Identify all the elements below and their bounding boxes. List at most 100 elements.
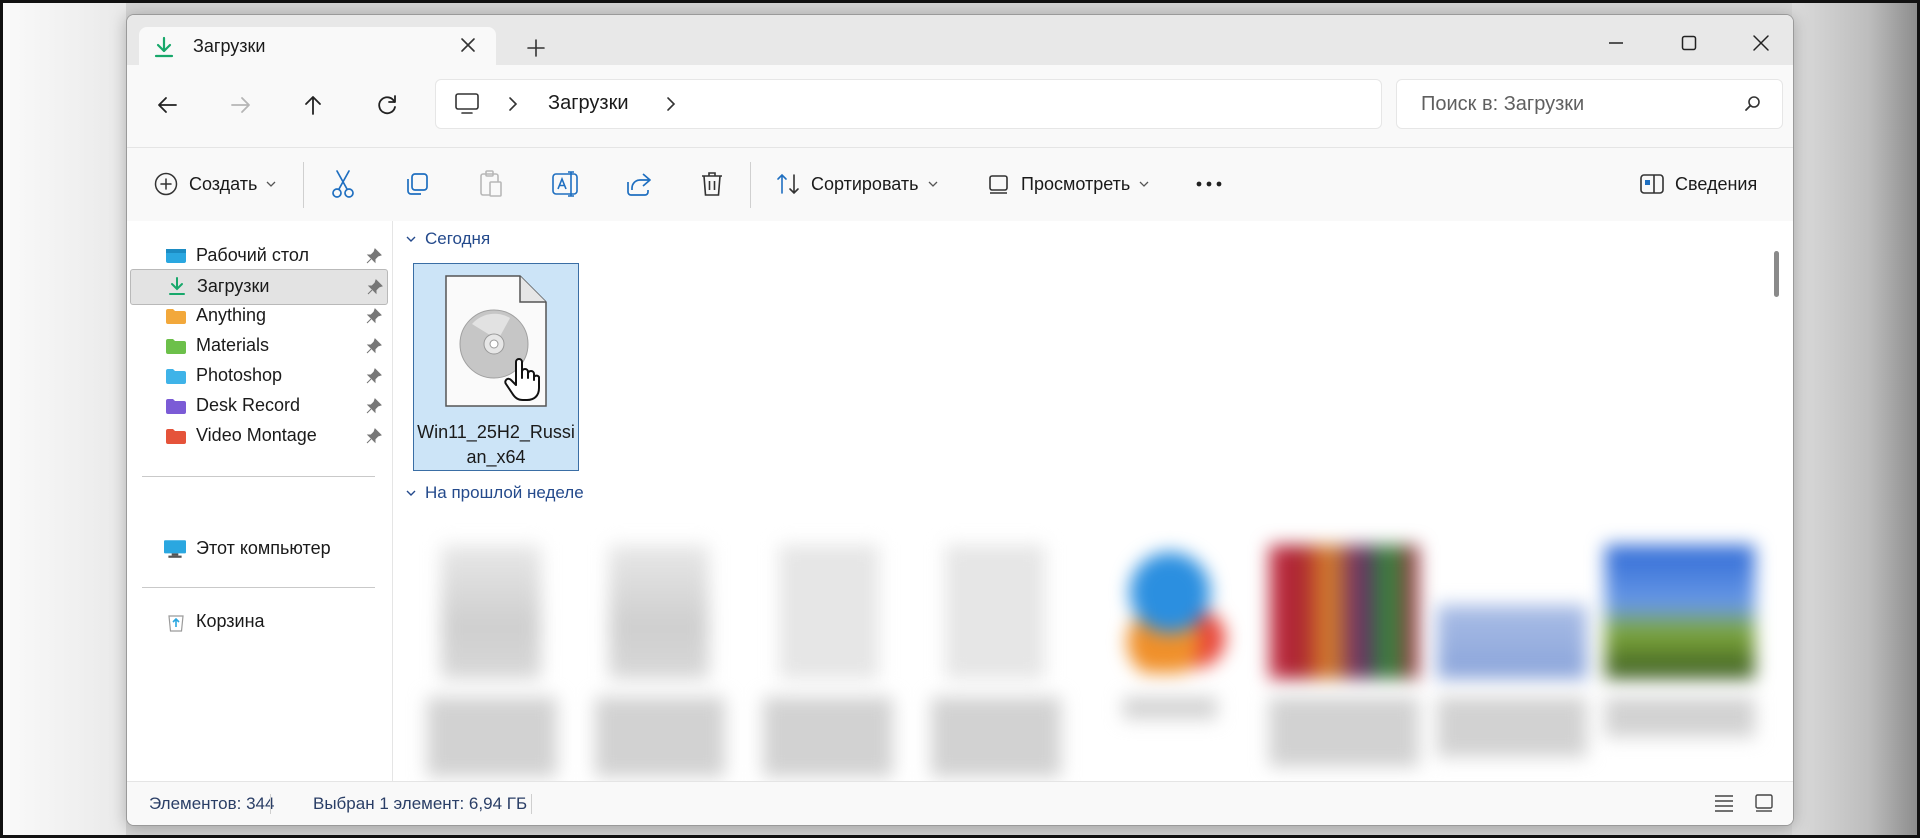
blurred-thumbnail[interactable]	[441, 545, 541, 679]
blurred-thumbnail[interactable]	[1105, 549, 1235, 673]
pin-icon[interactable]	[366, 248, 382, 264]
details-view-icon[interactable]	[1713, 792, 1735, 814]
navigation-bar: Загрузки	[127, 65, 1793, 147]
search-input[interactable]	[1419, 88, 1723, 120]
breadcrumb-chevron-icon[interactable]	[664, 94, 678, 114]
title-bar: Загрузки	[127, 15, 1793, 65]
scissors-icon	[332, 170, 354, 198]
sidebar-item-desk-record[interactable]: Desk Record	[130, 389, 386, 423]
blurred-file-name	[595, 697, 725, 777]
blurred-thumbnail[interactable]	[609, 545, 709, 679]
sidebar-item-anything[interactable]: Anything	[130, 299, 386, 333]
chevron-down-icon	[928, 181, 938, 187]
breadcrumb-current[interactable]: Загрузки	[548, 92, 629, 115]
more-options-button[interactable]	[1193, 166, 1225, 202]
blurred-thumbnail[interactable]	[1437, 605, 1587, 679]
blurred-file-name	[427, 697, 557, 777]
blurred-thumbnail[interactable]	[1605, 545, 1755, 679]
navigation-pane: Рабочий стол Загрузки Anything Materials	[127, 221, 393, 781]
pin-icon[interactable]	[366, 308, 382, 324]
blurred-file-name	[1269, 697, 1419, 767]
paste-button[interactable]	[477, 166, 505, 202]
create-button[interactable]: Создать	[153, 166, 277, 202]
search-icon[interactable]	[1743, 94, 1763, 114]
folder-icon	[166, 429, 186, 444]
new-tab-icon[interactable]	[525, 37, 547, 59]
pin-icon[interactable]	[366, 428, 382, 444]
monitor-icon	[164, 540, 186, 558]
status-divider	[270, 794, 271, 814]
maximize-icon[interactable]	[1674, 29, 1704, 57]
toolbar-divider	[750, 162, 751, 208]
tab-downloads[interactable]: Загрузки	[139, 27, 496, 65]
sidebar-item-desktop[interactable]: Рабочий стол	[130, 239, 386, 273]
trash-icon	[702, 172, 722, 196]
recycle-bin-icon	[168, 615, 184, 632]
sidebar-item-recycle-bin[interactable]: Корзина	[130, 605, 386, 639]
sidebar-item-this-pc[interactable]: Этот компьютер	[130, 532, 386, 566]
blurred-thumbnail[interactable]	[1269, 545, 1419, 679]
search-box[interactable]	[1396, 79, 1783, 129]
cut-button[interactable]	[329, 166, 357, 202]
blurred-file-name	[931, 697, 1061, 777]
refresh-icon[interactable]	[369, 87, 405, 123]
more-icon	[1196, 181, 1222, 187]
large-icons-view-icon[interactable]	[1753, 792, 1775, 814]
desktop-folder-icon	[166, 249, 186, 263]
sidebar-divider	[142, 587, 375, 588]
folder-icon	[166, 309, 186, 324]
sidebar-item-label: Этот компьютер	[196, 538, 331, 558]
pin-icon[interactable]	[366, 368, 382, 384]
chevron-down-icon	[406, 236, 416, 242]
sidebar-item-video-montage[interactable]: Video Montage	[130, 419, 386, 453]
delete-button[interactable]	[699, 166, 725, 202]
pin-icon[interactable]	[367, 279, 383, 295]
back-arrow-icon[interactable]	[149, 87, 185, 123]
folder-icon	[166, 339, 186, 354]
sort-icon	[777, 173, 799, 195]
chevron-down-icon	[1139, 181, 1149, 187]
rename-button[interactable]	[551, 166, 581, 202]
vertical-scrollbar-thumb[interactable]	[1774, 251, 1779, 297]
breadcrumb-chevron-icon[interactable]	[506, 94, 520, 114]
blurred-thumbnail[interactable]	[779, 545, 879, 679]
create-label: Создать	[189, 173, 258, 194]
copy-button[interactable]	[403, 166, 431, 202]
desktop-background-right	[1792, 0, 1920, 838]
file-name: Win11_25H2_Russian_x64	[417, 422, 575, 467]
up-arrow-icon[interactable]	[295, 87, 331, 123]
sidebar-item-label: Рабочий стол	[196, 245, 309, 265]
details-button[interactable]: Сведения	[1639, 166, 1757, 202]
blurred-thumbnail[interactable]	[945, 545, 1045, 679]
pin-icon[interactable]	[366, 338, 382, 354]
item-count: Элементов: 344	[149, 794, 275, 813]
sidebar-item-materials[interactable]: Materials	[130, 329, 386, 363]
close-tab-icon[interactable]	[457, 34, 479, 56]
address-bar[interactable]: Загрузки	[435, 79, 1382, 129]
share-button[interactable]	[625, 166, 653, 202]
pin-icon[interactable]	[366, 398, 382, 414]
sidebar-item-label: Desk Record	[196, 395, 301, 415]
group-label: На прошлой неделе	[425, 483, 584, 502]
desktop-background-left	[0, 0, 126, 838]
selection-info: Выбран 1 элемент: 6,94 ГБ	[313, 794, 528, 813]
sort-button[interactable]: Сортировать	[775, 166, 939, 202]
computer-icon[interactable]	[454, 92, 480, 116]
group-header-last-week[interactable]: На прошлой неделе	[405, 481, 584, 505]
minimize-icon[interactable]	[1601, 29, 1631, 57]
close-window-icon[interactable]	[1746, 29, 1776, 57]
sidebar-item-photoshop[interactable]: Photoshop	[130, 359, 386, 393]
blurred-file-name	[763, 697, 893, 777]
view-button[interactable]: Просмотреть	[987, 166, 1150, 202]
paste-icon	[480, 170, 502, 197]
folder-icon	[166, 369, 186, 384]
view-icon	[989, 175, 1008, 194]
details-pane-icon	[1640, 174, 1664, 194]
group-header-today[interactable]: Сегодня	[405, 227, 490, 251]
forward-arrow-icon[interactable]	[223, 87, 259, 123]
rename-icon	[552, 171, 578, 197]
status-divider	[531, 794, 532, 814]
sort-label: Сортировать	[811, 173, 919, 194]
chevron-down-icon	[266, 181, 276, 187]
file-item-selected[interactable]: Win11_25H2_Russian_x64	[413, 263, 579, 471]
